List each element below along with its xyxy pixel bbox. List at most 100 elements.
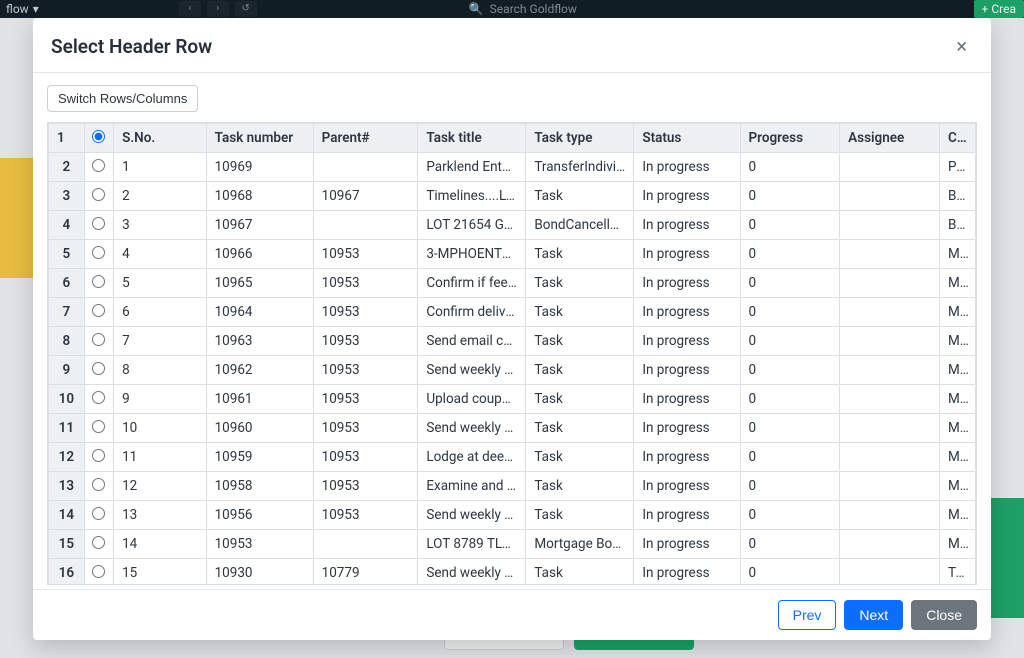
cell: 0 <box>740 501 840 530</box>
row-select-radio[interactable] <box>84 182 113 211</box>
cell: 0 <box>740 298 840 327</box>
close-button[interactable]: Close <box>911 600 977 630</box>
cell: In progress <box>634 298 740 327</box>
cell <box>840 443 940 472</box>
cell: Task <box>526 501 634 530</box>
cell: Send weekly upd <box>418 559 526 586</box>
cell: 10953 <box>313 472 418 501</box>
row-select-radio[interactable] <box>84 530 113 559</box>
row-select-radio[interactable] <box>84 240 113 269</box>
cell: In progress <box>634 443 740 472</box>
cell: 10966 <box>206 240 313 269</box>
cell: 0 <box>740 211 840 240</box>
table-row[interactable]: 2110969Parklend EnterprTransferIndividua… <box>49 153 976 182</box>
table-row[interactable]: 871096310953Send email confiTaskIn progr… <box>49 327 976 356</box>
cell: 10962 <box>206 356 313 385</box>
row-select-radio[interactable] <box>84 443 113 472</box>
row-number: 14 <box>49 501 85 530</box>
cell: Confirm if fee ha <box>418 269 526 298</box>
cell <box>840 501 940 530</box>
table-row[interactable]: 981096210953Send weekly updTaskIn progre… <box>49 356 976 385</box>
table-row[interactable]: 4310967LOT 21654 GABCBondCancellationIn … <box>49 211 976 240</box>
table-row[interactable]: 11101096010953Send weekly updTaskIn prog… <box>49 414 976 443</box>
table-row[interactable]: 16151093010779Send weekly updTaskIn prog… <box>49 559 976 586</box>
table-row[interactable]: 5410966109533-MPHOENTLE NTaskIn progress… <box>49 240 976 269</box>
prev-button[interactable]: Prev <box>778 600 837 630</box>
cell: Lodge at deeds-l <box>418 443 526 472</box>
modal-title: Select Header Row <box>51 35 212 58</box>
row-select-radio[interactable] <box>84 356 113 385</box>
row-number: 11 <box>49 414 85 443</box>
cell <box>313 530 418 559</box>
cell: 10953 <box>313 298 418 327</box>
next-button[interactable]: Next <box>844 600 903 630</box>
table-row[interactable]: 151410953LOT 8789 TLOKVMortgage BondIn p… <box>49 530 976 559</box>
cell <box>840 153 940 182</box>
cell: Send weekly upd <box>418 501 526 530</box>
cell <box>840 530 940 559</box>
modal-footer: Prev Next Close <box>33 589 991 640</box>
column-header: Progress <box>740 124 840 153</box>
cell: 4 <box>114 240 206 269</box>
row-select-radio[interactable] <box>84 559 113 586</box>
cell: Mort <box>939 501 975 530</box>
cell: 0 <box>740 269 840 298</box>
cell: 10963 <box>206 327 313 356</box>
row-select-radio[interactable] <box>84 327 113 356</box>
switch-rows-columns-button[interactable]: Switch Rows/Columns <box>47 85 198 112</box>
table-row[interactable]: 14131095610953Send weekly updTaskIn prog… <box>49 501 976 530</box>
row-select-radio[interactable] <box>84 501 113 530</box>
table-row[interactable]: 1091096110953Upload coupa-LCTaskIn progr… <box>49 385 976 414</box>
row-select-radio[interactable] <box>84 414 113 443</box>
cell: 10953 <box>313 501 418 530</box>
row-select-radio[interactable] <box>84 298 113 327</box>
close-icon[interactable]: × <box>950 32 973 60</box>
cell: TransferIndividua <box>526 153 634 182</box>
column-header: Parent# <box>313 124 418 153</box>
cell: Task <box>526 182 634 211</box>
row-select-radio[interactable] <box>84 472 113 501</box>
cell <box>840 385 940 414</box>
cell <box>840 240 940 269</box>
cell: 10953 <box>313 269 418 298</box>
cell: Bonc <box>939 211 975 240</box>
cell: Upload coupa-LC <box>418 385 526 414</box>
cell: Task <box>526 559 634 586</box>
cell: Tran <box>939 559 975 586</box>
cell: LOT 21654 GABC <box>418 211 526 240</box>
row-select-radio[interactable] <box>84 153 113 182</box>
table-row[interactable]: 761096410953Confirm deliveryTaskIn progr… <box>49 298 976 327</box>
cell: 14 <box>114 530 206 559</box>
row-number-header: 1 <box>49 124 85 153</box>
row-number: 6 <box>49 269 85 298</box>
cell <box>840 182 940 211</box>
table-row[interactable]: 13121095810953Examine and conTaskIn prog… <box>49 472 976 501</box>
cell: Mort <box>939 356 975 385</box>
column-header: S.No. <box>114 124 206 153</box>
cell: 10930 <box>206 559 313 586</box>
row-number: 12 <box>49 443 85 472</box>
cell: 8 <box>114 356 206 385</box>
row-select-radio[interactable] <box>84 385 113 414</box>
cell: 0 <box>740 443 840 472</box>
table-row[interactable]: 651096510953Confirm if fee haTaskIn prog… <box>49 269 976 298</box>
cell: 0 <box>740 559 840 586</box>
cell: 10958 <box>206 472 313 501</box>
cell: 0 <box>740 530 840 559</box>
cell: 1 <box>114 153 206 182</box>
header-row-table[interactable]: 1S.No.Task numberParent#Task titleTask t… <box>47 122 977 585</box>
cell: 10953 <box>313 356 418 385</box>
cell: 10961 <box>206 385 313 414</box>
cell: 10 <box>114 414 206 443</box>
table-row[interactable]: 321096810967Timelines....LOTTaskIn progr… <box>49 182 976 211</box>
cell: 13 <box>114 501 206 530</box>
table-row[interactable]: 12111095910953Lodge at deeds-lTaskIn pro… <box>49 443 976 472</box>
cell: Mort <box>939 327 975 356</box>
column-header: Task title <box>418 124 526 153</box>
row-select-radio[interactable] <box>84 211 113 240</box>
column-header: Task type <box>526 124 634 153</box>
cell <box>840 356 940 385</box>
row-select-radio[interactable] <box>84 269 113 298</box>
cell: 11 <box>114 443 206 472</box>
row-select-header[interactable] <box>84 124 113 153</box>
